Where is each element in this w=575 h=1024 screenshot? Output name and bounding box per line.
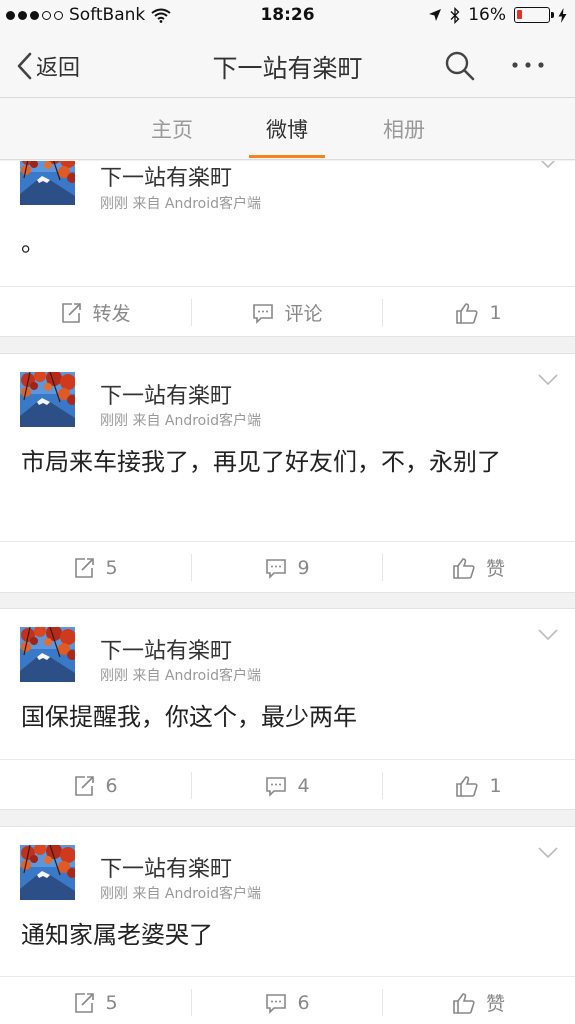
post-text: 通知家属老婆哭了 [21, 921, 213, 949]
tab-album[interactable]: 相册 [366, 114, 442, 144]
battery-percent: 16% [468, 5, 506, 25]
comment-count: 6 [297, 991, 310, 1014]
back-button[interactable]: 返回 [16, 50, 80, 82]
like-button[interactable]: 1 [383, 760, 574, 811]
avatar[interactable] [20, 372, 75, 427]
navigation-bar: 返回 下一站有楽町 [0, 32, 575, 98]
like-count: 1 [489, 774, 502, 797]
like-label: 1 [489, 301, 502, 324]
post-author[interactable]: 下一站有楽町 [100, 633, 232, 665]
comment-icon [266, 993, 287, 1014]
repost-button[interactable]: 转发 [0, 287, 191, 338]
post-text: 市局来车接我了，再见了好友们，不，永别了 [21, 448, 501, 476]
repost-label: 转发 [92, 303, 131, 325]
post-meta: 刚刚 来自 Android客户端 [100, 668, 262, 684]
chevron-down-icon[interactable] [538, 629, 558, 641]
comment-button[interactable]: 评论 [192, 287, 383, 338]
more-icon[interactable] [510, 55, 546, 75]
post-actions: 5 9 赞 [0, 541, 575, 592]
comment-count: 4 [297, 774, 310, 797]
post-text: 国保提醒我，你这个，最少两年 [21, 703, 357, 731]
battery-icon [514, 7, 554, 23]
post-card[interactable]: 下一站有楽町 刚刚 来自 Android客户端 国保提醒我，你这个，最少两年 6… [0, 608, 575, 810]
avatar[interactable] [20, 161, 75, 205]
bluetooth-icon [450, 6, 460, 24]
thumbs-up-icon [456, 302, 479, 324]
profile-tabs: 主页 微博 相册 [0, 98, 575, 160]
comment-icon [266, 558, 287, 579]
post-text: 。 [21, 229, 45, 257]
page-title: 下一站有楽町 [212, 54, 363, 83]
post-meta: 刚刚 来自 Android客户端 [100, 886, 262, 902]
post-meta: 刚刚 来自 Android客户端 [100, 196, 262, 212]
avatar[interactable] [20, 845, 75, 900]
repost-button[interactable]: 5 [0, 542, 191, 593]
post-actions: 5 6 赞 [0, 976, 575, 1024]
like-label: 赞 [485, 558, 505, 580]
active-tab-indicator [249, 155, 325, 158]
post-card[interactable]: 下一站有楽町 刚刚 来自 Android客户端 市局来车接我了，再见了好友们，不… [0, 353, 575, 593]
back-button-label: 返回 [36, 56, 81, 81]
like-button[interactable]: 1 [383, 287, 574, 338]
comment-count: 9 [297, 556, 310, 579]
status-bar: SoftBank 18:26 16% [0, 0, 575, 32]
tab-weibo[interactable]: 微博 [249, 114, 325, 144]
post-author[interactable]: 下一站有楽町 [100, 378, 232, 410]
post-author[interactable]: 下一站有楽町 [100, 161, 232, 192]
repost-count: 5 [105, 991, 118, 1014]
post-meta: 刚刚 来自 Android客户端 [100, 413, 262, 429]
repost-count: 6 [105, 774, 118, 797]
comment-icon [266, 776, 287, 797]
charging-bolt-icon [558, 7, 567, 23]
chevron-down-icon[interactable] [538, 374, 558, 386]
repost-icon [62, 302, 82, 323]
repost-icon [75, 557, 95, 578]
comment-button[interactable]: 6 [192, 977, 383, 1024]
avatar[interactable] [20, 627, 75, 682]
status-right-group: 16% [428, 5, 567, 25]
search-icon[interactable] [444, 50, 476, 82]
tab-home[interactable]: 主页 [134, 114, 210, 144]
like-button[interactable]: 赞 [383, 542, 574, 593]
like-label: 赞 [485, 993, 505, 1015]
like-button[interactable]: 赞 [383, 977, 574, 1024]
chevron-left-icon [17, 52, 32, 80]
post-card[interactable]: 下一站有楽町 刚刚 来自 Android客户端 通知家属老婆哭了 5 6 赞 [0, 826, 575, 1024]
comment-label: 评论 [284, 303, 323, 325]
post-author[interactable]: 下一站有楽町 [100, 851, 232, 883]
chevron-down-icon[interactable] [538, 161, 558, 169]
repost-button[interactable]: 5 [0, 977, 191, 1024]
repost-button[interactable]: 6 [0, 760, 191, 811]
comment-icon [253, 303, 274, 324]
chevron-down-icon[interactable] [538, 847, 558, 859]
repost-icon [75, 775, 95, 796]
weibo-feed[interactable]: 下一站有楽町 刚刚 来自 Android客户端 。 转发 评论 1 下一站有楽町… [0, 161, 575, 1024]
thumbs-up-icon [456, 775, 479, 797]
location-arrow-icon [429, 9, 442, 21]
post-card[interactable]: 下一站有楽町 刚刚 来自 Android客户端 。 转发 评论 1 [0, 161, 575, 337]
post-actions: 6 4 1 [0, 759, 575, 810]
repost-icon [75, 992, 95, 1013]
comment-button[interactable]: 9 [192, 542, 383, 593]
thumbs-up-icon [453, 992, 475, 1014]
repost-count: 5 [105, 556, 118, 579]
comment-button[interactable]: 4 [192, 760, 383, 811]
thumbs-up-icon [453, 557, 475, 579]
post-actions: 转发 评论 1 [0, 286, 575, 337]
